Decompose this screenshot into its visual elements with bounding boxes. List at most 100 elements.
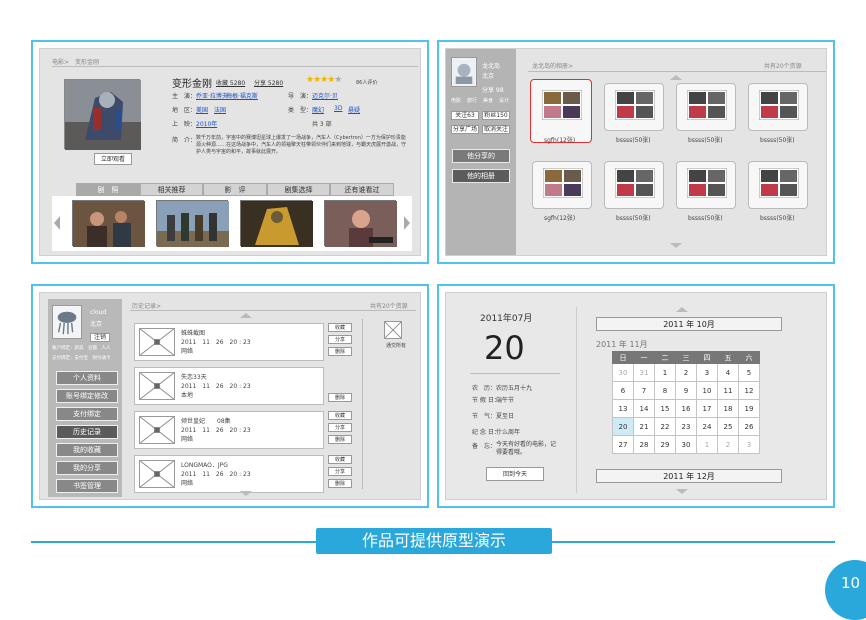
- cast-2-link[interactable]: 梅根·福克斯: [226, 91, 258, 100]
- next-arrow-icon[interactable]: [404, 216, 410, 230]
- calendar-day[interactable]: 18: [717, 399, 739, 418]
- album-card[interactable]: [532, 161, 592, 209]
- calendar-day[interactable]: 4: [717, 363, 739, 382]
- scroll-up-icon[interactable]: [676, 307, 688, 312]
- still-photo[interactable]: [72, 200, 145, 247]
- region-1-link[interactable]: 美国: [196, 105, 208, 114]
- history-item[interactable]: 倾世皇妃 08集 2011 11 26 20 : 23 网络: [134, 411, 324, 449]
- region-2-link[interactable]: 法国: [214, 105, 226, 114]
- history-action-button[interactable]: 收藏: [328, 411, 352, 420]
- calendar-day[interactable]: 30: [612, 363, 634, 382]
- genre-2-link[interactable]: 3D: [334, 105, 342, 112]
- history-action-button[interactable]: 分享: [328, 423, 352, 432]
- calendar-day[interactable]: 25: [717, 417, 739, 436]
- calendar-day[interactable]: 24: [696, 417, 718, 436]
- share-count[interactable]: 分享 5280: [254, 78, 283, 87]
- breadcrumb[interactable]: 电影> 变形金刚: [52, 57, 99, 66]
- history-action-button[interactable]: 删除: [328, 435, 352, 444]
- menu-account-binding[interactable]: 账号绑定修改: [56, 389, 118, 403]
- tab-stills[interactable]: 剧 照: [76, 183, 140, 196]
- calendar-day[interactable]: 1: [696, 435, 718, 454]
- still-photo[interactable]: [324, 200, 397, 247]
- calendar-day[interactable]: 16: [675, 399, 697, 418]
- share-square-button[interactable]: 分享广场: [451, 125, 479, 134]
- tab-reviews[interactable]: 影 评: [203, 183, 267, 196]
- calendar-day[interactable]: 22: [654, 417, 676, 436]
- genre-3-link[interactable]: 悬疑: [348, 105, 360, 114]
- tag-4[interactable]: 设计: [499, 97, 509, 104]
- calendar-day[interactable]: 5: [738, 363, 760, 382]
- cast-1-link[interactable]: 乔亚·拉博夫: [196, 91, 228, 100]
- history-item[interactable]: LONGMAO．JPG 2011 11 26 20 : 23 网络: [134, 455, 324, 493]
- calendar-day[interactable]: 17: [696, 399, 718, 418]
- menu-history[interactable]: 历史记录: [56, 425, 118, 439]
- calendar-day[interactable]: 26: [738, 417, 760, 436]
- history-action-button[interactable]: 删除: [328, 347, 352, 356]
- tab-who-watched[interactable]: 还有谁看过: [330, 183, 394, 196]
- calendar-day[interactable]: 1: [654, 363, 676, 382]
- still-photo[interactable]: [156, 200, 229, 247]
- scroll-down-icon[interactable]: [670, 243, 682, 248]
- calendar-day[interactable]: 9: [675, 381, 697, 400]
- menu-profile[interactable]: 个人资料: [56, 371, 118, 385]
- collect-count[interactable]: 收藏 5280: [216, 78, 245, 87]
- tag-3[interactable]: 美食: [483, 97, 493, 104]
- calendar-day[interactable]: 14: [633, 399, 655, 418]
- calendar-day[interactable]: 27: [612, 435, 634, 454]
- his-shares-button[interactable]: 他分享的: [452, 149, 510, 163]
- calendar-day[interactable]: 13: [612, 399, 634, 418]
- calendar-day[interactable]: 3: [738, 435, 760, 454]
- scroll-up-icon[interactable]: [670, 75, 682, 80]
- tag-1[interactable]: 电影: [451, 97, 461, 104]
- breadcrumb[interactable]: 龙北岛的相册>: [532, 61, 573, 70]
- calendar-day[interactable]: 23: [675, 417, 697, 436]
- history-action-button[interactable]: 分享: [328, 467, 352, 476]
- calendar-day[interactable]: 10: [696, 381, 718, 400]
- history-item[interactable]: 失恋33天 2011 11 26 20 : 23 本地: [134, 367, 324, 405]
- breadcrumb[interactable]: 历史记录>: [132, 301, 161, 310]
- album-card[interactable]: [604, 161, 664, 209]
- menu-payment-binding[interactable]: 支付绑定: [56, 407, 118, 421]
- calendar-day[interactable]: 11: [717, 381, 739, 400]
- back-to-today-button[interactable]: 回到今天: [486, 467, 544, 481]
- calendar-day[interactable]: 19: [738, 399, 760, 418]
- calendar-day[interactable]: 2: [717, 435, 739, 454]
- tag-2[interactable]: 旅行: [467, 97, 477, 104]
- calendar-day[interactable]: 30: [675, 435, 697, 454]
- next-month-button[interactable]: 2011 年 12月: [596, 469, 782, 483]
- genre-1-link[interactable]: 魔幻: [312, 105, 324, 114]
- still-photo[interactable]: [240, 200, 313, 247]
- follow-button[interactable]: 关注63: [451, 111, 479, 120]
- album-card[interactable]: [676, 161, 736, 209]
- calendar-day[interactable]: 29: [654, 435, 676, 454]
- calendar-day[interactable]: 6: [612, 381, 634, 400]
- calendar-day[interactable]: 2: [675, 363, 697, 382]
- calendar-day[interactable]: 7: [633, 381, 655, 400]
- prev-month-button[interactable]: 2011 年 10月: [596, 317, 782, 331]
- history-action-button[interactable]: 收藏: [328, 323, 352, 332]
- menu-favorites[interactable]: 我的收藏: [56, 443, 118, 457]
- history-item[interactable]: 蛛蛛截图 2011 11 26 20 : 23 网络: [134, 323, 324, 361]
- calendar-day[interactable]: 8: [654, 381, 676, 400]
- his-albums-button[interactable]: 他的相册: [452, 169, 510, 183]
- album-card[interactable]: [676, 83, 736, 131]
- album-card[interactable]: [604, 83, 664, 131]
- calendar-day[interactable]: 31: [633, 363, 655, 382]
- menu-bookmarks[interactable]: 书签管理: [56, 479, 118, 493]
- album-card[interactable]: [748, 83, 808, 131]
- menu-my-shares[interactable]: 我的分享: [56, 461, 118, 475]
- tab-related[interactable]: 相关推荐: [140, 183, 203, 196]
- album-card[interactable]: [530, 79, 592, 143]
- album-card[interactable]: [748, 161, 808, 209]
- release-link[interactable]: 2010年: [196, 119, 217, 128]
- history-action-button[interactable]: 分享: [328, 335, 352, 344]
- scroll-down-icon[interactable]: [240, 491, 252, 496]
- fans-button[interactable]: 粉丝150: [482, 111, 510, 120]
- calendar-day[interactable]: 20: [612, 417, 634, 436]
- tab-episodes[interactable]: 剧集选择: [267, 183, 330, 196]
- history-action-button[interactable]: 删除: [328, 479, 352, 488]
- history-action-button[interactable]: 删除: [328, 393, 352, 402]
- calendar-day[interactable]: 28: [633, 435, 655, 454]
- history-action-button[interactable]: 收藏: [328, 455, 352, 464]
- scroll-down-icon[interactable]: [676, 489, 688, 494]
